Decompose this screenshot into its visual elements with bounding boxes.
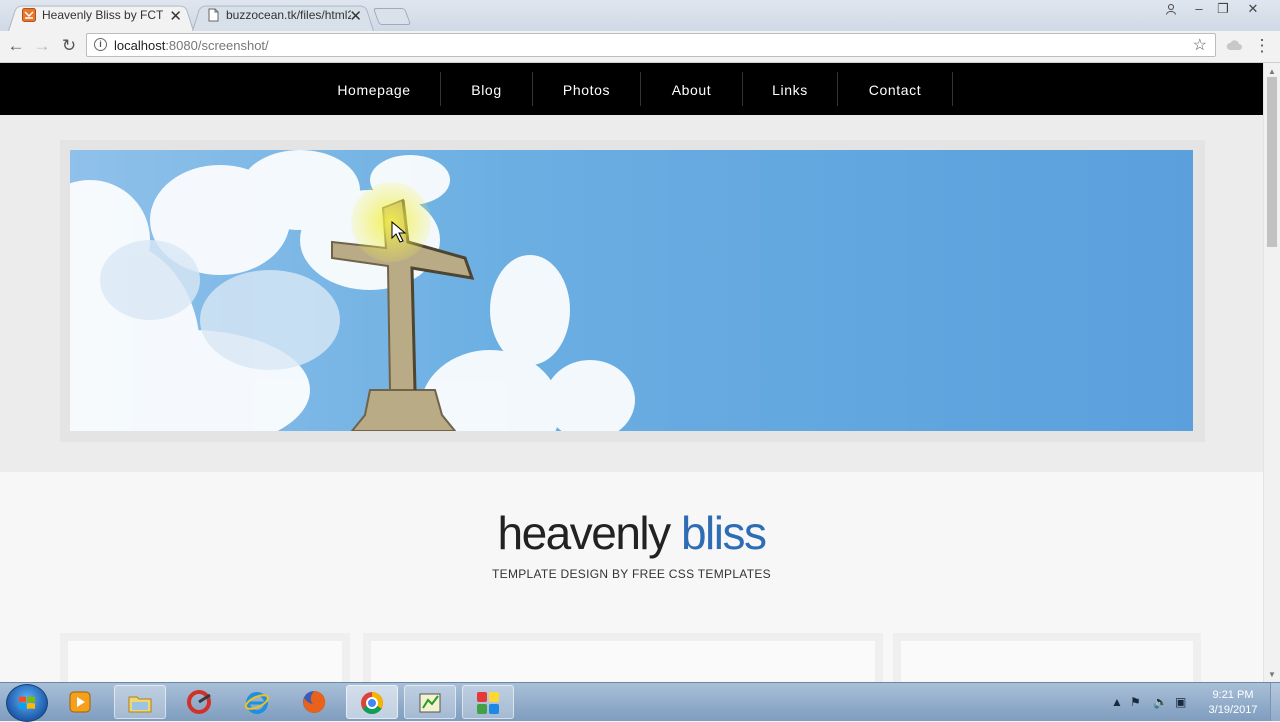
reload-icon[interactable]: ↻	[57, 35, 81, 57]
nav-about[interactable]: About	[641, 72, 743, 106]
tab-title: Heavenly Bliss by FCT	[42, 8, 164, 22]
site-favicon-icon	[22, 8, 36, 22]
clock-time: 9:21 PM	[1212, 689, 1254, 701]
hero-image-cross-sky	[70, 150, 1193, 431]
vertical-scrollbar[interactable]: ▲ ▼	[1263, 63, 1280, 682]
clock-date: 3/19/2017	[1208, 704, 1258, 716]
bookmark-star-icon[interactable]: ☆	[1193, 35, 1207, 55]
site-navigation: Homepage Blog Photos About Links Contact	[0, 63, 1263, 115]
hero-section	[0, 115, 1263, 472]
close-window-button[interactable]: ✕	[1240, 0, 1266, 20]
system-clock[interactable]: 9:21 PM 3/19/2017	[1198, 688, 1268, 718]
content-column-left	[60, 633, 350, 682]
nav-homepage[interactable]: Homepage	[308, 72, 441, 106]
tab-title: buzzocean.tk/files/html2	[226, 8, 351, 22]
new-tab-button[interactable]	[372, 8, 412, 25]
action-center-flag-icon[interactable]: ⚑	[1130, 695, 1141, 709]
page-viewport: Homepage Blog Photos About Links Contact	[0, 63, 1263, 682]
page-icon	[208, 8, 219, 22]
profile-icon[interactable]	[1158, 0, 1184, 20]
hero-frame	[60, 140, 1205, 442]
brand-accent: bliss	[680, 507, 767, 559]
site-logo-title: heavenly bliss	[0, 508, 1263, 558]
minimize-button[interactable]: –	[1186, 0, 1212, 20]
nav-links[interactable]: Links	[743, 72, 838, 106]
restore-button[interactable]: ❐	[1210, 0, 1236, 20]
show-desktop-button[interactable]	[1270, 683, 1280, 721]
scroll-up-icon[interactable]: ▲	[1268, 67, 1276, 76]
content-column-middle	[363, 633, 883, 682]
address-bar[interactable]: i localhost:8080/screenshot/ ☆	[86, 33, 1216, 57]
tab-heavenly-bliss[interactable]: Heavenly Bliss by FCT ✕	[8, 3, 194, 31]
scroll-down-icon[interactable]: ▼	[1268, 670, 1276, 679]
close-tab-icon[interactable]: ✕	[349, 5, 362, 29]
file-explorer-icon[interactable]	[114, 685, 166, 719]
nav-photos[interactable]: Photos	[533, 72, 641, 106]
tab-strip: Heavenly Bliss by FCT ✕ buzzocean.tk/fil…	[0, 0, 1280, 32]
volume-icon[interactable]: 🔈	[1153, 695, 1168, 709]
nav-contact[interactable]: Contact	[838, 72, 953, 106]
brand-main: heavenly	[497, 507, 672, 559]
info-icon[interactable]: i	[94, 38, 107, 51]
url-host: localhost	[114, 38, 166, 53]
close-tab-icon[interactable]: ✕	[169, 5, 182, 29]
menu-kebab-icon[interactable]: ⋮	[1250, 35, 1274, 57]
browser-toolbar: ← → ↻ i localhost:8080/screenshot/ ☆ ⋮	[0, 31, 1280, 63]
internet-explorer-icon[interactable]	[232, 685, 284, 719]
start-button[interactable]	[6, 684, 48, 722]
site-tagline: TEMPLATE DESIGN BY FREE CSS TEMPLATES	[492, 567, 771, 581]
extension-cloud-icon[interactable]	[1222, 35, 1246, 57]
ccleaner-icon[interactable]	[174, 685, 226, 719]
chrome-icon[interactable]	[346, 685, 398, 719]
tiles-app-icon[interactable]	[462, 685, 514, 719]
firefox-icon[interactable]	[289, 685, 341, 719]
recorder-app-icon[interactable]	[404, 685, 456, 719]
tray-expand-icon[interactable]: ▲	[1111, 695, 1123, 709]
nav-blog[interactable]: Blog	[441, 72, 533, 106]
content-column-right	[893, 633, 1201, 682]
scrollbar-thumb[interactable]	[1267, 77, 1277, 247]
media-player-icon[interactable]	[55, 685, 107, 719]
windows-taskbar: ▲ ⚑ 🔈 ▣ 9:21 PM 3/19/2017	[0, 682, 1280, 722]
network-icon[interactable]: ▣	[1175, 695, 1186, 709]
windows-logo-icon	[19, 696, 35, 709]
url-path: :8080/screenshot/	[165, 38, 269, 53]
url-text: localhost:8080/screenshot/	[114, 38, 269, 53]
tab-buzzocean[interactable]: buzzocean.tk/files/html2 ✕	[192, 3, 374, 31]
forward-arrow-icon[interactable]: →	[30, 35, 54, 57]
back-arrow-icon[interactable]: ←	[4, 35, 28, 57]
